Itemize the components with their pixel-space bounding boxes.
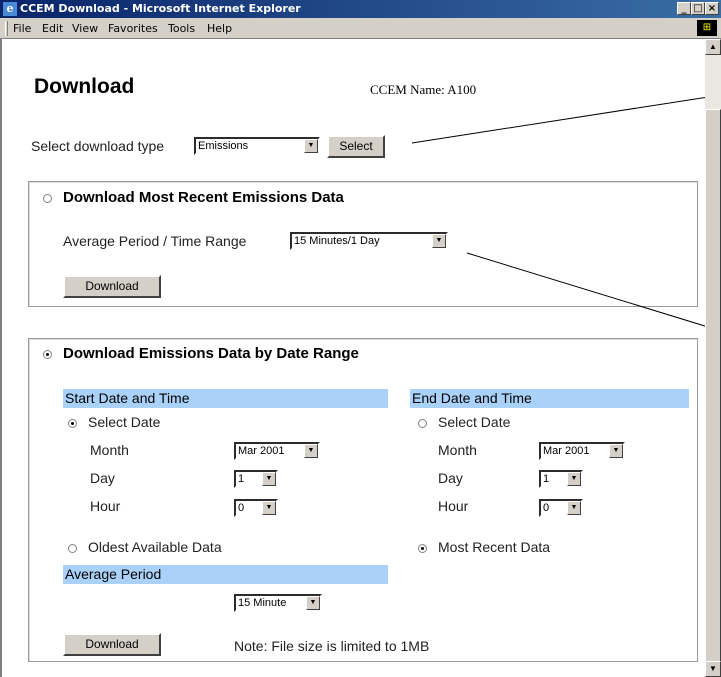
end-month-select[interactable]: Mar 2001 ▼ — [539, 442, 625, 460]
download-type-select[interactable]: Emissions ▼ — [194, 137, 320, 155]
end-day-label: Day — [438, 470, 463, 486]
menu-file[interactable]: File — [13, 22, 31, 35]
start-day-value: 1 — [238, 473, 245, 485]
dropdown-arrow-icon[interactable]: ▼ — [609, 444, 623, 458]
dropdown-arrow-icon[interactable]: ▼ — [304, 444, 318, 458]
most-recent-label: Most Recent Data — [438, 539, 551, 555]
end-month-label: Month — [438, 442, 477, 458]
dropdown-arrow-icon[interactable]: ▼ — [262, 472, 276, 486]
period-value: 15 Minutes/1 Day — [294, 235, 380, 247]
scroll-down-icon[interactable]: ▼ — [705, 661, 721, 677]
start-day-label: Day — [90, 470, 115, 486]
end-day-select[interactable]: 1 ▼ — [539, 470, 583, 488]
average-period-header: Average Period — [63, 565, 388, 584]
annotation-line-select — [411, 96, 705, 144]
period-select[interactable]: 15 Minutes/1 Day ▼ — [290, 232, 448, 250]
start-day-select[interactable]: 1 ▼ — [234, 470, 278, 488]
vertical-scrollbar[interactable]: ▲ ▼ — [705, 39, 721, 677]
toolbar-grip[interactable] — [5, 21, 8, 36]
dropdown-arrow-icon[interactable]: ▼ — [432, 234, 446, 248]
dropdown-arrow-icon[interactable]: ▼ — [306, 596, 320, 610]
windows-logo-icon: ⊞ — [697, 20, 717, 36]
menu-tools[interactable]: Tools — [168, 22, 195, 35]
date-range-panel — [28, 338, 698, 662]
menu-view[interactable]: View — [72, 22, 98, 35]
select-button[interactable]: Select — [327, 135, 385, 158]
maximize-icon[interactable]: □ — [691, 2, 705, 15]
start-select-date-label: Select Date — [88, 414, 161, 430]
recent-download-button[interactable]: Download — [63, 275, 161, 298]
start-hour-value: 0 — [238, 502, 245, 514]
scroll-thumb[interactable] — [705, 109, 721, 669]
dropdown-arrow-icon[interactable]: ▼ — [304, 139, 318, 153]
file-size-note: Note: File size is limited to 1MB — [234, 638, 430, 654]
oldest-data-radio[interactable] — [68, 544, 77, 553]
start-month-label: Month — [90, 442, 129, 458]
window-title: CCEM Download - Microsoft Internet Explo… — [20, 2, 301, 15]
end-hour-label: Hour — [438, 498, 469, 514]
end-month-value: Mar 2001 — [543, 445, 590, 457]
date-range-radio[interactable] — [43, 350, 52, 359]
recent-data-title: Download Most Recent Emissions Data — [63, 189, 344, 206]
recent-data-radio[interactable] — [43, 194, 52, 203]
select-type-label: Select download type — [31, 138, 165, 154]
page-content: Download CCEM Name: A100 Select download… — [0, 39, 705, 677]
end-select-date-radio[interactable] — [418, 419, 427, 428]
oldest-data-label: Oldest Available Data — [88, 539, 222, 555]
ie-icon: e — [3, 2, 17, 16]
close-icon[interactable]: × — [705, 2, 719, 15]
most-recent-radio[interactable] — [418, 544, 427, 553]
window-controls: _ □ × — [677, 2, 719, 15]
dropdown-arrow-icon[interactable]: ▼ — [567, 501, 581, 515]
start-header: Start Date and Time — [63, 389, 388, 408]
date-range-title: Download Emissions Data by Date Range — [63, 345, 359, 362]
average-period-select[interactable]: 15 Minute ▼ — [234, 594, 322, 612]
average-period-value: 15 Minute — [238, 597, 287, 609]
range-download-button[interactable]: Download — [63, 633, 161, 656]
start-month-value: Mar 2001 — [238, 445, 285, 457]
end-hour-value: 0 — [543, 502, 550, 514]
start-month-select[interactable]: Mar 2001 ▼ — [234, 442, 320, 460]
start-hour-select[interactable]: 0 ▼ — [234, 499, 278, 517]
scroll-up-icon[interactable]: ▲ — [705, 39, 721, 55]
dropdown-arrow-icon[interactable]: ▼ — [262, 501, 276, 515]
start-select-date-radio[interactable] — [68, 419, 77, 428]
start-hour-label: Hour — [90, 498, 121, 514]
ccem-name: CCEM Name: A100 — [370, 82, 477, 97]
menu-help[interactable]: Help — [207, 22, 232, 35]
page-title: Download — [34, 75, 135, 98]
dropdown-arrow-icon[interactable]: ▼ — [567, 472, 581, 486]
period-label: Average Period / Time Range — [63, 233, 247, 249]
end-day-value: 1 — [543, 473, 550, 485]
menu-edit[interactable]: Edit — [42, 22, 63, 35]
title-bar: e CCEM Download - Microsoft Internet Exp… — [0, 0, 721, 18]
download-type-value: Emissions — [198, 140, 249, 152]
end-hour-select[interactable]: 0 ▼ — [539, 499, 583, 517]
end-header: End Date and Time — [410, 389, 689, 408]
minimize-icon[interactable]: _ — [677, 2, 691, 15]
end-select-date-label: Select Date — [438, 414, 511, 430]
menu-bar: File Edit View Favorites Tools Help ⊞ — [0, 18, 721, 39]
menu-favorites[interactable]: Favorites — [108, 22, 158, 35]
